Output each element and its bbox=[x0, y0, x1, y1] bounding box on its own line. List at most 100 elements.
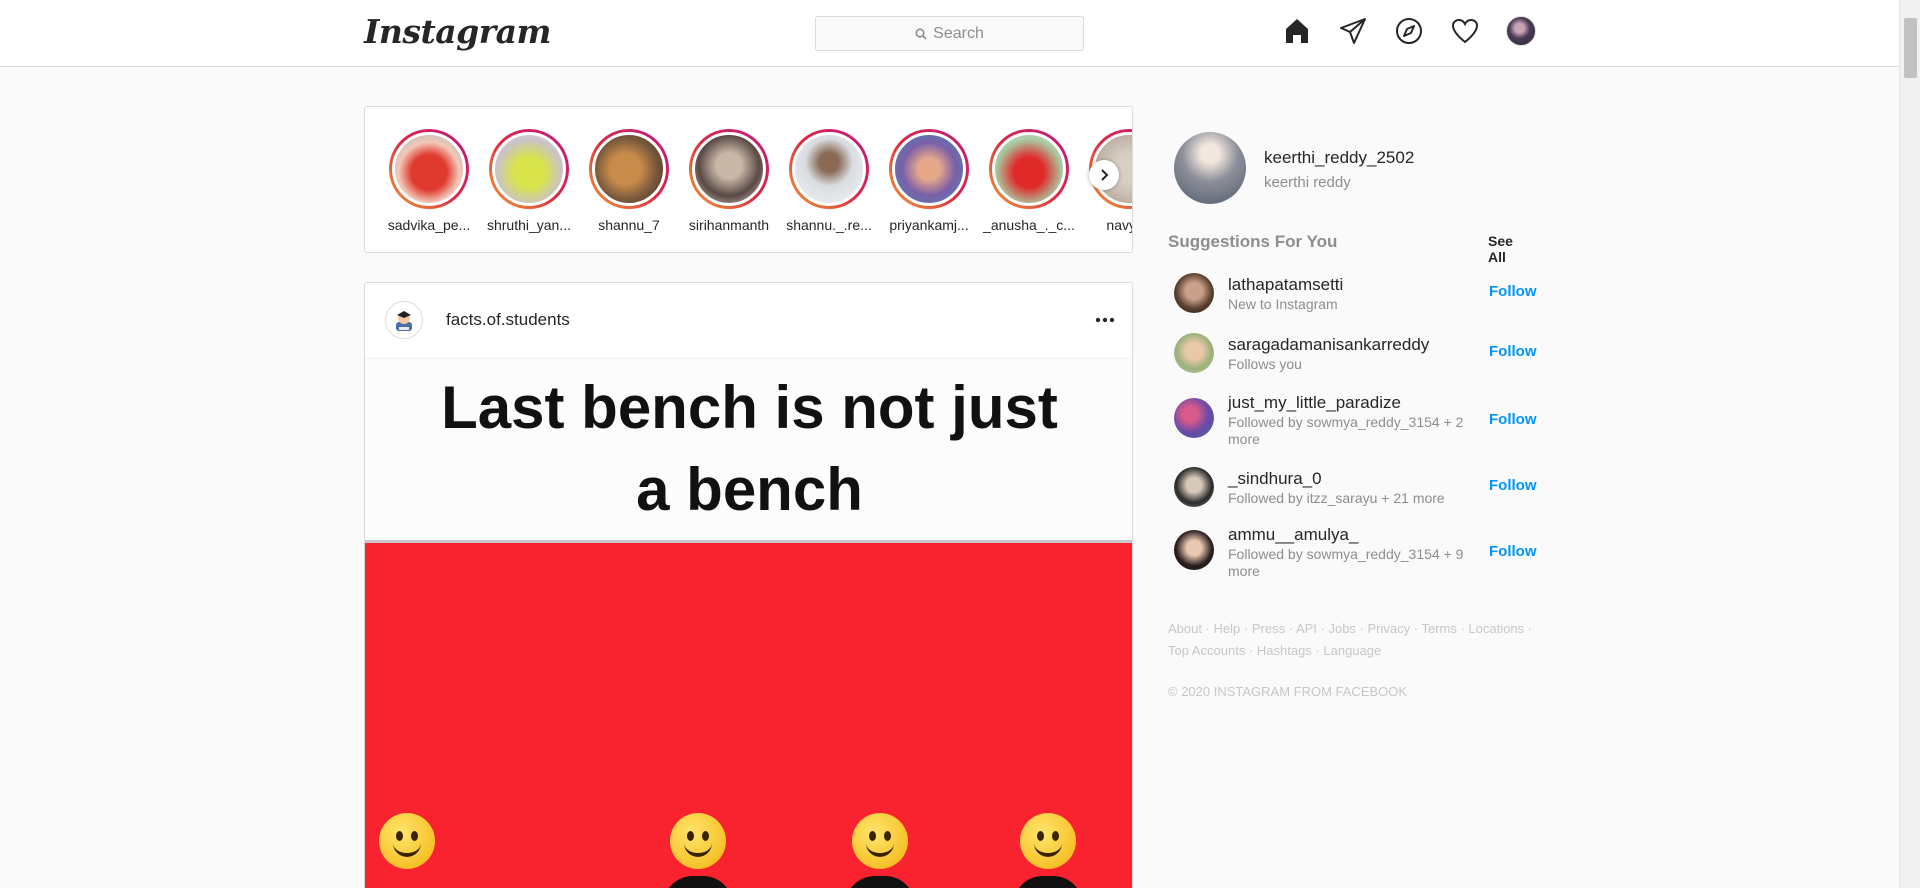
post-author-username[interactable]: facts.of.students bbox=[446, 310, 570, 330]
smile-emoji bbox=[852, 813, 908, 869]
stories-next-button[interactable] bbox=[1089, 160, 1119, 190]
copyright-text: © 2020 INSTAGRAM FROM FACEBOOK bbox=[1168, 684, 1408, 699]
footer-link-help[interactable]: Help bbox=[1214, 621, 1241, 636]
footer-link-top-accounts[interactable]: Top Accounts bbox=[1168, 643, 1245, 658]
story-avatar bbox=[692, 132, 766, 206]
story-ring bbox=[389, 129, 469, 209]
story-ring bbox=[689, 129, 769, 209]
story-item[interactable]: _anusha_._c... bbox=[979, 129, 1079, 233]
suggestion-username[interactable]: saragadamanisankarreddy bbox=[1228, 335, 1429, 355]
suggestion-avatar[interactable] bbox=[1174, 530, 1214, 570]
suggestion-subtitle: Followed by sowmya_reddy_3154 + 9 more bbox=[1228, 546, 1464, 579]
story-username: shruthi_yan... bbox=[486, 217, 572, 233]
story-item[interactable]: priyankamj... bbox=[879, 129, 979, 233]
story-avatar bbox=[492, 132, 566, 206]
story-ring bbox=[889, 129, 969, 209]
story-item[interactable]: shannu_7 bbox=[579, 129, 679, 233]
current-user-avatar[interactable] bbox=[1174, 132, 1246, 204]
student-avatar-icon bbox=[396, 311, 412, 331]
suggestion-username[interactable]: lathapatamsetti bbox=[1228, 275, 1343, 295]
explore-compass-icon[interactable] bbox=[1394, 16, 1424, 46]
suggestion-username[interactable]: ammu__amulya_ bbox=[1228, 525, 1358, 545]
more-options-icon[interactable] bbox=[1090, 305, 1120, 335]
suggestion-avatar[interactable] bbox=[1174, 467, 1214, 507]
story-avatar bbox=[392, 132, 466, 206]
suggestion-subtitle: Followed by itzz_sarayu + 21 more bbox=[1228, 490, 1445, 506]
suggestion-subtitle: New to Instagram bbox=[1228, 296, 1338, 312]
story-avatar bbox=[992, 132, 1066, 206]
home-icon[interactable] bbox=[1282, 16, 1312, 46]
follow-button[interactable]: Follow bbox=[1489, 543, 1537, 560]
footer-link-language[interactable]: Language bbox=[1323, 643, 1381, 658]
activity-heart-icon[interactable] bbox=[1450, 16, 1480, 46]
instagram-logo[interactable]: Instagram bbox=[364, 12, 551, 51]
suggestion-subtitle: Followed by sowmya_reddy_3154 + 2 more bbox=[1228, 414, 1464, 447]
post-header: facts.of.students bbox=[365, 283, 1132, 359]
stories-tray: sadvika_pe... shruthi_yan... shannu_7 si… bbox=[364, 106, 1133, 253]
post-image-text-line2: a bench bbox=[636, 456, 863, 523]
footer-link-press[interactable]: Press bbox=[1252, 621, 1285, 636]
post-image-text-line1: Last bench is not just bbox=[441, 374, 1058, 441]
page-scrollbar[interactable] bbox=[1899, 0, 1920, 888]
student-figure bbox=[1013, 876, 1083, 888]
search-input[interactable]: Search bbox=[815, 16, 1084, 51]
profile-avatar[interactable] bbox=[1506, 16, 1536, 46]
story-username: sadvika_pe... bbox=[387, 217, 471, 233]
follow-button[interactable]: Follow bbox=[1489, 477, 1537, 494]
direct-message-icon[interactable] bbox=[1338, 16, 1368, 46]
follow-button[interactable]: Follow bbox=[1489, 411, 1537, 428]
nav-icons bbox=[1282, 16, 1536, 46]
story-item[interactable]: sirihanmanth bbox=[679, 129, 779, 233]
search-placeholder: Search bbox=[933, 24, 984, 42]
scrollbar-thumb[interactable] bbox=[1904, 18, 1917, 78]
story-avatar bbox=[892, 132, 966, 206]
tongue-emoji bbox=[670, 813, 726, 869]
sleeping-emoji bbox=[379, 813, 435, 869]
footer-link-locations[interactable]: Locations bbox=[1468, 621, 1524, 636]
chevron-right-icon bbox=[1101, 169, 1109, 181]
story-username: shannu_7 bbox=[598, 217, 660, 233]
post-author-avatar[interactable] bbox=[385, 301, 423, 339]
suggestion-avatar[interactable] bbox=[1174, 398, 1214, 438]
footer-link-hashtags[interactable]: Hashtags bbox=[1257, 643, 1312, 658]
post-image-illustration bbox=[365, 543, 1132, 888]
story-ring bbox=[589, 129, 669, 209]
suggestion-avatar[interactable] bbox=[1174, 333, 1214, 373]
student-figure bbox=[663, 876, 733, 888]
story-username: shannu._.re... bbox=[786, 217, 872, 233]
see-all-link[interactable]: See All bbox=[1488, 233, 1534, 265]
footer-links: About · Help · Press · API · Jobs · Priv… bbox=[1168, 621, 1533, 658]
suggestion-avatar[interactable] bbox=[1174, 273, 1214, 313]
footer-link-jobs[interactable]: Jobs bbox=[1328, 621, 1355, 636]
footer-link-about[interactable]: About bbox=[1168, 621, 1202, 636]
top-navigation-bar: Instagram Search bbox=[0, 0, 1899, 67]
follow-button[interactable]: Follow bbox=[1489, 283, 1537, 300]
story-username: navya_ bbox=[1106, 217, 1132, 233]
feed-post: facts.of.students Last bench is not just… bbox=[364, 282, 1133, 888]
smile-emoji bbox=[1020, 813, 1076, 869]
story-ring bbox=[489, 129, 569, 209]
story-username: _anusha_._c... bbox=[983, 217, 1075, 233]
story-username: sirihanmanth bbox=[688, 217, 770, 233]
post-image[interactable]: Last bench is not just a bench bbox=[365, 359, 1132, 888]
story-avatar bbox=[792, 132, 866, 206]
story-item[interactable]: shruthi_yan... bbox=[479, 129, 579, 233]
student-figure bbox=[845, 876, 915, 888]
story-item[interactable]: shannu._.re... bbox=[779, 129, 879, 233]
suggestion-subtitle: Follows you bbox=[1228, 356, 1302, 372]
footer-link-privacy[interactable]: Privacy bbox=[1368, 621, 1411, 636]
suggestions-heading: Suggestions For You bbox=[1168, 232, 1338, 251]
post-image-caption: Last bench is not just a bench bbox=[365, 359, 1132, 543]
suggestion-username[interactable]: _sindhura_0 bbox=[1228, 469, 1322, 489]
story-avatar bbox=[592, 132, 666, 206]
current-user-fullname: keerthi reddy bbox=[1264, 174, 1351, 191]
footer-link-terms[interactable]: Terms bbox=[1421, 621, 1456, 636]
follow-button[interactable]: Follow bbox=[1489, 343, 1537, 360]
current-user-username[interactable]: keerthi_reddy_2502 bbox=[1264, 148, 1414, 168]
search-icon bbox=[915, 27, 927, 40]
story-username: priyankamj... bbox=[889, 217, 969, 233]
footer-link-api[interactable]: API bbox=[1296, 621, 1317, 636]
story-ring bbox=[989, 129, 1069, 209]
story-item[interactable]: sadvika_pe... bbox=[379, 129, 479, 233]
suggestion-username[interactable]: just_my_little_paradize bbox=[1228, 393, 1401, 413]
